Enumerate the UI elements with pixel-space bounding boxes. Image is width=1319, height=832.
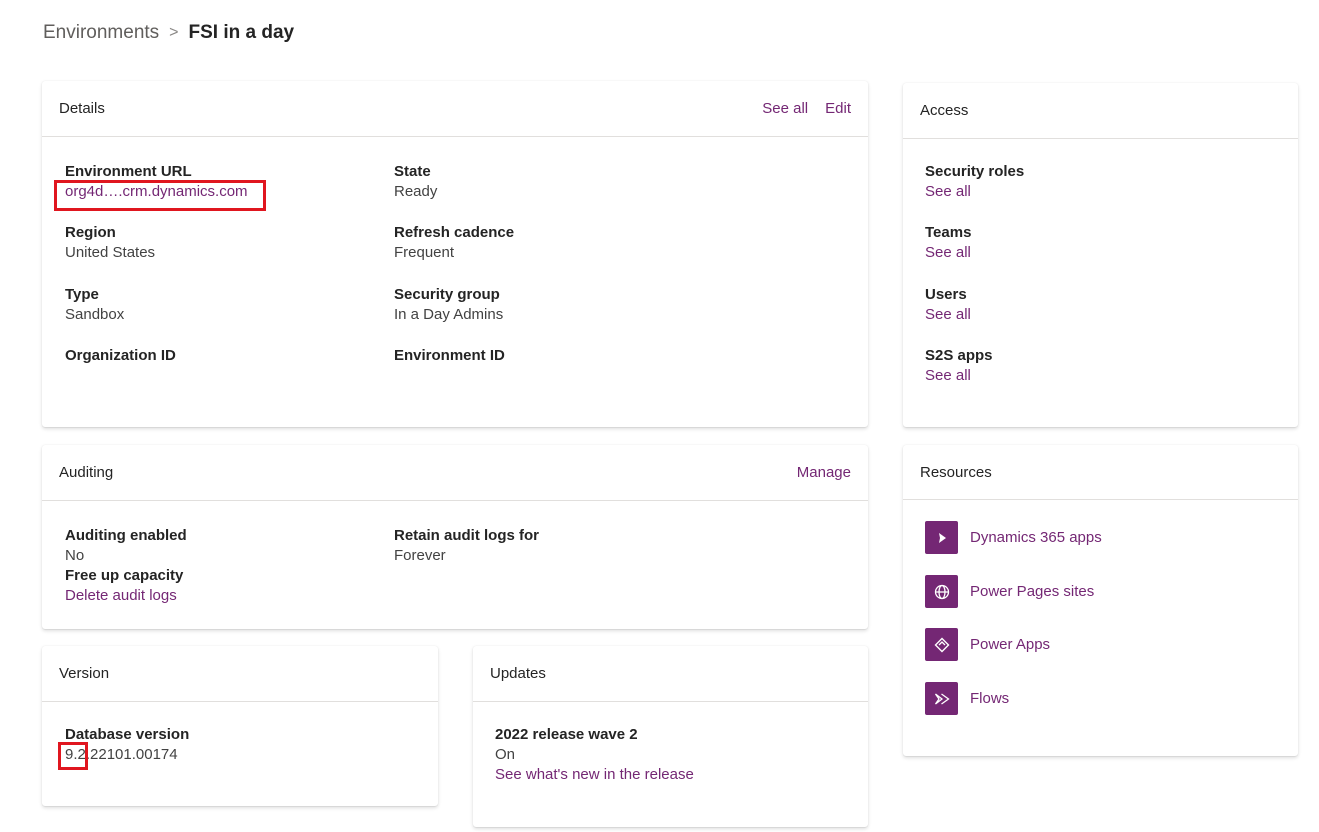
database-version-field: Database version 9.2.22101.00174	[65, 725, 189, 765]
breadcrumb: Environments > FSI in a day	[43, 22, 294, 44]
users-see-all-link[interactable]: See all	[925, 305, 971, 325]
security-roles-label: Security roles	[925, 163, 1025, 180]
teams-field: Teams See all	[925, 223, 971, 263]
resource-label: Flows	[970, 690, 1010, 707]
version-title: Version	[59, 665, 110, 682]
resources-card: Resources Dynamics 365 apps Power Pages …	[903, 445, 1298, 756]
security-group-field: Security group In a Day Admins	[394, 285, 503, 325]
security-roles-see-all-link[interactable]: See all	[925, 182, 1024, 202]
environment-id-label: Environment ID	[394, 347, 505, 364]
users-field: Users See all	[925, 285, 971, 325]
auditing-enabled-value: No	[65, 547, 85, 564]
type-label: Type	[65, 286, 99, 303]
refresh-cadence-value: Frequent	[394, 244, 455, 261]
resources-title: Resources	[920, 463, 992, 481]
globe-icon	[925, 575, 958, 608]
security-group-value: In a Day Admins	[394, 306, 504, 323]
resource-power-apps[interactable]: Power Apps	[925, 628, 1050, 661]
access-card-header: Access	[903, 83, 1298, 139]
database-version-value: 9.2.22101.00174	[65, 746, 178, 763]
region-field: Region United States	[65, 223, 155, 263]
details-card-header: Details See all Edit	[42, 81, 868, 137]
teams-see-all-link[interactable]: See all	[925, 243, 971, 263]
region-label: Region	[65, 224, 116, 241]
organization-id-label: Organization ID	[65, 347, 176, 364]
auditing-enabled-label: Auditing enabled	[65, 527, 187, 544]
resource-label: Dynamics 365 apps	[970, 529, 1102, 546]
updates-card-header: Updates	[473, 646, 868, 702]
auditing-title: Auditing	[59, 464, 114, 481]
free-up-capacity-label: Free up capacity	[65, 567, 184, 584]
version-card-header: Version	[42, 646, 438, 702]
auditing-card: Auditing Manage Auditing enabled No Free…	[42, 445, 868, 629]
environment-url-link[interactable]: org4d….crm.dynamics.com	[65, 182, 248, 202]
security-group-label: Security group	[394, 286, 500, 303]
environment-url-field: Environment URL org4d….crm.dynamics.com	[65, 162, 248, 202]
retain-audit-logs-field: Retain audit logs for Forever	[394, 526, 539, 566]
details-card: Details See all Edit Environment URL org…	[42, 81, 868, 427]
details-see-all-link[interactable]: See all	[762, 100, 808, 117]
breadcrumb-environments-link[interactable]: Environments	[43, 22, 159, 44]
teams-label: Teams	[925, 224, 972, 241]
type-field: Type Sandbox	[65, 285, 124, 325]
power-apps-icon	[925, 628, 958, 661]
state-field: State Ready	[394, 162, 437, 202]
environment-id-field: Environment ID	[394, 346, 505, 366]
retain-audit-logs-label: Retain audit logs for	[394, 527, 540, 544]
resource-label: Power Apps	[970, 636, 1051, 653]
resource-flows[interactable]: Flows	[925, 682, 1009, 715]
auditing-card-header: Auditing Manage	[42, 445, 868, 501]
users-label: Users	[925, 286, 967, 303]
dynamics-365-icon	[925, 521, 958, 554]
resource-label: Power Pages sites	[970, 583, 1095, 600]
region-value: United States	[65, 244, 156, 261]
organization-id-field: Organization ID	[65, 346, 176, 366]
s2s-apps-label: S2S apps	[925, 347, 993, 364]
flows-icon	[925, 682, 958, 715]
version-card: Version Database version 9.2.22101.00174	[42, 646, 438, 806]
state-value: Ready	[394, 183, 438, 200]
details-edit-link[interactable]: Edit	[825, 100, 851, 117]
resource-dynamics-365-apps[interactable]: Dynamics 365 apps	[925, 521, 1102, 554]
release-wave-field: 2022 release wave 2 On See what's new in…	[495, 725, 694, 785]
retain-audit-logs-value: Forever	[394, 547, 446, 564]
refresh-cadence-field: Refresh cadence Frequent	[394, 223, 514, 263]
release-wave-label: 2022 release wave 2	[495, 726, 638, 743]
whats-new-link[interactable]: See what's new in the release	[495, 765, 694, 785]
security-roles-field: Security roles See all	[925, 162, 1024, 202]
refresh-cadence-label: Refresh cadence	[394, 224, 515, 241]
resources-card-header: Resources	[903, 445, 1298, 500]
updates-card: Updates 2022 release wave 2 On See what'…	[473, 646, 868, 827]
auditing-enabled-field: Auditing enabled No Free up capacity Del…	[65, 526, 187, 606]
release-wave-value: On	[495, 746, 516, 763]
page-title: FSI in a day	[188, 22, 295, 43]
updates-title: Updates	[490, 665, 546, 682]
environment-url-label: Environment URL	[65, 163, 192, 180]
type-value: Sandbox	[65, 306, 125, 323]
database-version-label: Database version	[65, 726, 190, 743]
resource-power-pages-sites[interactable]: Power Pages sites	[925, 575, 1094, 608]
access-title: Access	[920, 102, 969, 119]
chevron-right-icon: >	[169, 24, 179, 41]
s2s-apps-see-all-link[interactable]: See all	[925, 366, 993, 386]
details-title: Details	[59, 100, 105, 117]
auditing-manage-link[interactable]: Manage	[797, 464, 851, 481]
state-label: State	[394, 163, 431, 180]
access-card: Access Security roles See all Teams See …	[903, 83, 1298, 427]
delete-audit-logs-link[interactable]: Delete audit logs	[65, 586, 187, 606]
s2s-apps-field: S2S apps See all	[925, 346, 993, 386]
